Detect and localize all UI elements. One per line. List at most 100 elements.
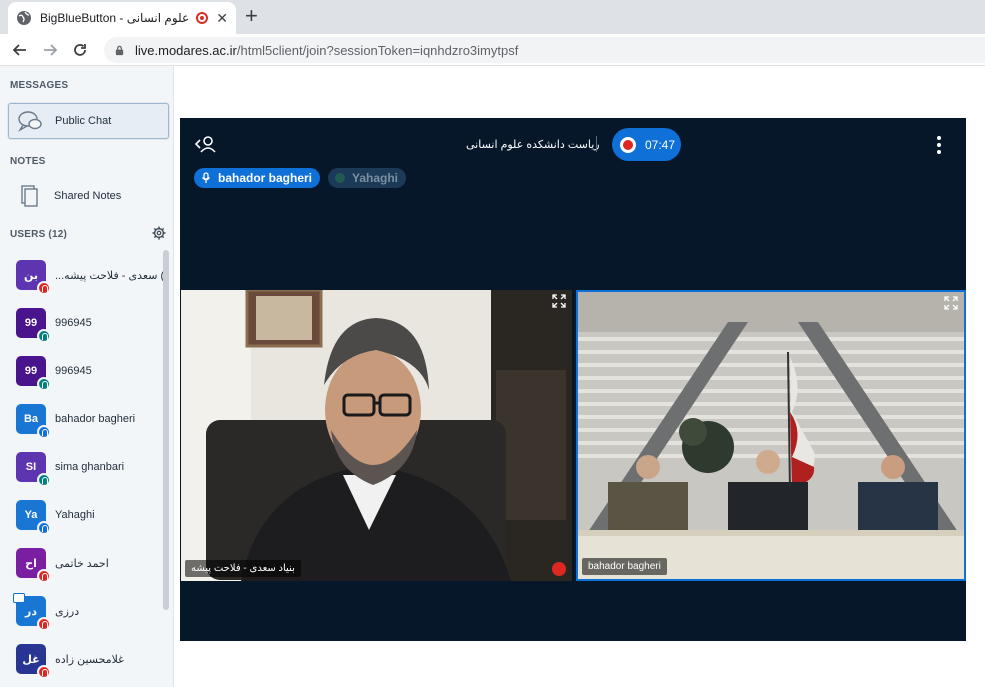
avatar-initials: در (25, 605, 37, 618)
user-list-item[interactable]: غل غلامحسین زاده (16, 642, 164, 679)
muted-mic-icon (37, 617, 51, 631)
messages-heading: MESSAGES (10, 80, 69, 91)
public-chat-label: Public Chat (55, 115, 112, 127)
user-list-item[interactable]: 99 996945 (16, 306, 164, 343)
avatar: 99 (16, 356, 51, 391)
meeting-title: ریاست دانشکده علوم انسانی (466, 139, 600, 151)
record-icon (620, 136, 636, 153)
forward-button[interactable] (40, 40, 60, 60)
webcam-feed-image (181, 290, 572, 581)
users-scrollbar[interactable] (163, 250, 169, 610)
fullscreen-icon[interactable] (944, 296, 958, 310)
title-divider (596, 136, 597, 152)
user-list-item[interactable]: اح احمد خاتمی (16, 546, 164, 583)
avatar-initials: 99 (24, 317, 38, 329)
user-list-item[interactable]: بن ...سعدی - فلاحت پیشه (You) (16, 258, 164, 295)
muted-mic-icon (37, 665, 51, 679)
user-name: sima ghanbari (55, 461, 125, 473)
gear-icon[interactable] (152, 226, 166, 240)
chat-icon (18, 111, 42, 132)
recording-indicator-icon (196, 12, 209, 24)
avatar: در (13, 593, 51, 631)
user-name: 996945 (55, 365, 92, 377)
browser-tab[interactable]: BigBlueButton - علوم انسانی ✕ (8, 2, 236, 34)
avatar: 99 (16, 308, 51, 343)
talker-name: Yahaghi (352, 171, 399, 185)
user-list-panel: MESSAGES Public Chat NOTES Shared Notes … (0, 66, 174, 687)
options-menu-icon[interactable] (936, 136, 942, 154)
reload-button[interactable] (70, 40, 90, 60)
shared-notes-label: Shared Notes (54, 190, 122, 202)
avatar: SI (16, 452, 51, 487)
webcam-feed-image (578, 292, 964, 579)
talker-name: bahador bagheri (218, 171, 313, 185)
avatar-initials: 99 (24, 365, 38, 377)
browser-tab-strip: BigBlueButton - علوم انسانی ✕ + (0, 0, 985, 34)
shared-notes-item[interactable]: Shared Notes (8, 178, 169, 214)
forward-arrow-icon (44, 44, 58, 56)
muted-mic-icon (552, 562, 566, 576)
avatar: بن (16, 260, 51, 295)
users-heading: USERS (12) (10, 229, 68, 240)
user-list-item[interactable]: 99 996945 (16, 354, 164, 391)
user-name: bahador bagheri (55, 413, 136, 425)
reload-icon (74, 44, 86, 56)
back-arrow-icon (12, 44, 26, 56)
avatar: غل (16, 644, 51, 679)
avatar-initials: غل (22, 653, 40, 666)
talking-indicator[interactable]: Yahaghi (328, 168, 407, 188)
browser-toolbar: live.modares.ac.ir /html5client/join?ses… (0, 34, 985, 66)
url-domain: live.modares.ac.ir (135, 42, 237, 58)
video-user-label: bahador bagheri (582, 558, 667, 575)
mic-icon (37, 521, 51, 535)
meeting-area: ریاست دانشکده علوم انسانی 07:47 bahador … (180, 118, 966, 641)
user-name: ...سعدی - فلاحت پیشه (You) (55, 269, 164, 282)
user-name: درزی (55, 605, 80, 618)
avatar: Ya (16, 500, 51, 535)
avatar-initials: اح (25, 557, 37, 570)
muted-mic-icon (37, 281, 51, 295)
listen-only-icon (37, 377, 51, 391)
listen-only-icon (37, 473, 51, 487)
avatar-initials: Ya (24, 509, 38, 521)
muted-mic-icon (37, 569, 51, 583)
users-list: بن ...سعدی - فلاحت پیشه (You) 99 996945 … (0, 252, 174, 687)
mic-icon (335, 173, 345, 183)
toggle-user-list-icon[interactable] (194, 134, 218, 154)
tab-title: BigBlueButton - علوم انسانی (40, 11, 190, 25)
user-list-item[interactable]: SI sima ghanbari (16, 450, 164, 487)
avatar: Ba (16, 404, 51, 439)
new-tab-button[interactable]: + (245, 4, 258, 28)
public-chat-item[interactable]: Public Chat (8, 103, 169, 139)
mic-icon (37, 425, 51, 439)
webcam-video[interactable]: بنیاد سعدی - فلاحت پیشه (181, 290, 572, 581)
recording-button[interactable]: 07:47 (612, 128, 681, 161)
avatar: اح (16, 548, 51, 583)
fullscreen-icon[interactable] (552, 294, 566, 308)
notes-heading: NOTES (10, 156, 46, 167)
user-list-item[interactable]: Ya Yahaghi (16, 498, 164, 535)
user-name: احمد خاتمی (55, 557, 109, 570)
lock-icon (115, 45, 124, 55)
tab-close-button[interactable]: ✕ (216, 10, 228, 27)
recording-time: 07:47 (645, 137, 676, 152)
user-list-item[interactable]: Ba bahador bagheri (16, 402, 164, 439)
video-user-label: بنیاد سعدی - فلاحت پیشه (185, 560, 301, 577)
notes-icon (21, 185, 38, 207)
webcam-video[interactable]: bahador bagheri (576, 290, 966, 581)
address-bar[interactable]: live.modares.ac.ir /html5client/join?ses… (104, 37, 985, 63)
user-name: Yahaghi (55, 509, 95, 521)
back-button[interactable] (10, 40, 30, 60)
listen-only-icon (37, 329, 51, 343)
user-list-item[interactable]: در درزی (13, 593, 164, 631)
avatar-initials: SI (25, 461, 37, 473)
url-path: /html5client/join?sessionToken=iqnhdzro3… (236, 42, 519, 58)
user-name: غلامحسین زاده (55, 653, 124, 666)
avatar-initials: بن (23, 269, 39, 282)
presenter-icon (13, 593, 25, 603)
avatar-initials: Ba (23, 413, 39, 425)
mic-icon (201, 172, 211, 183)
talking-indicator[interactable]: bahador bagheri (194, 168, 321, 188)
user-name: 996945 (55, 317, 92, 329)
globe-icon (17, 11, 31, 25)
